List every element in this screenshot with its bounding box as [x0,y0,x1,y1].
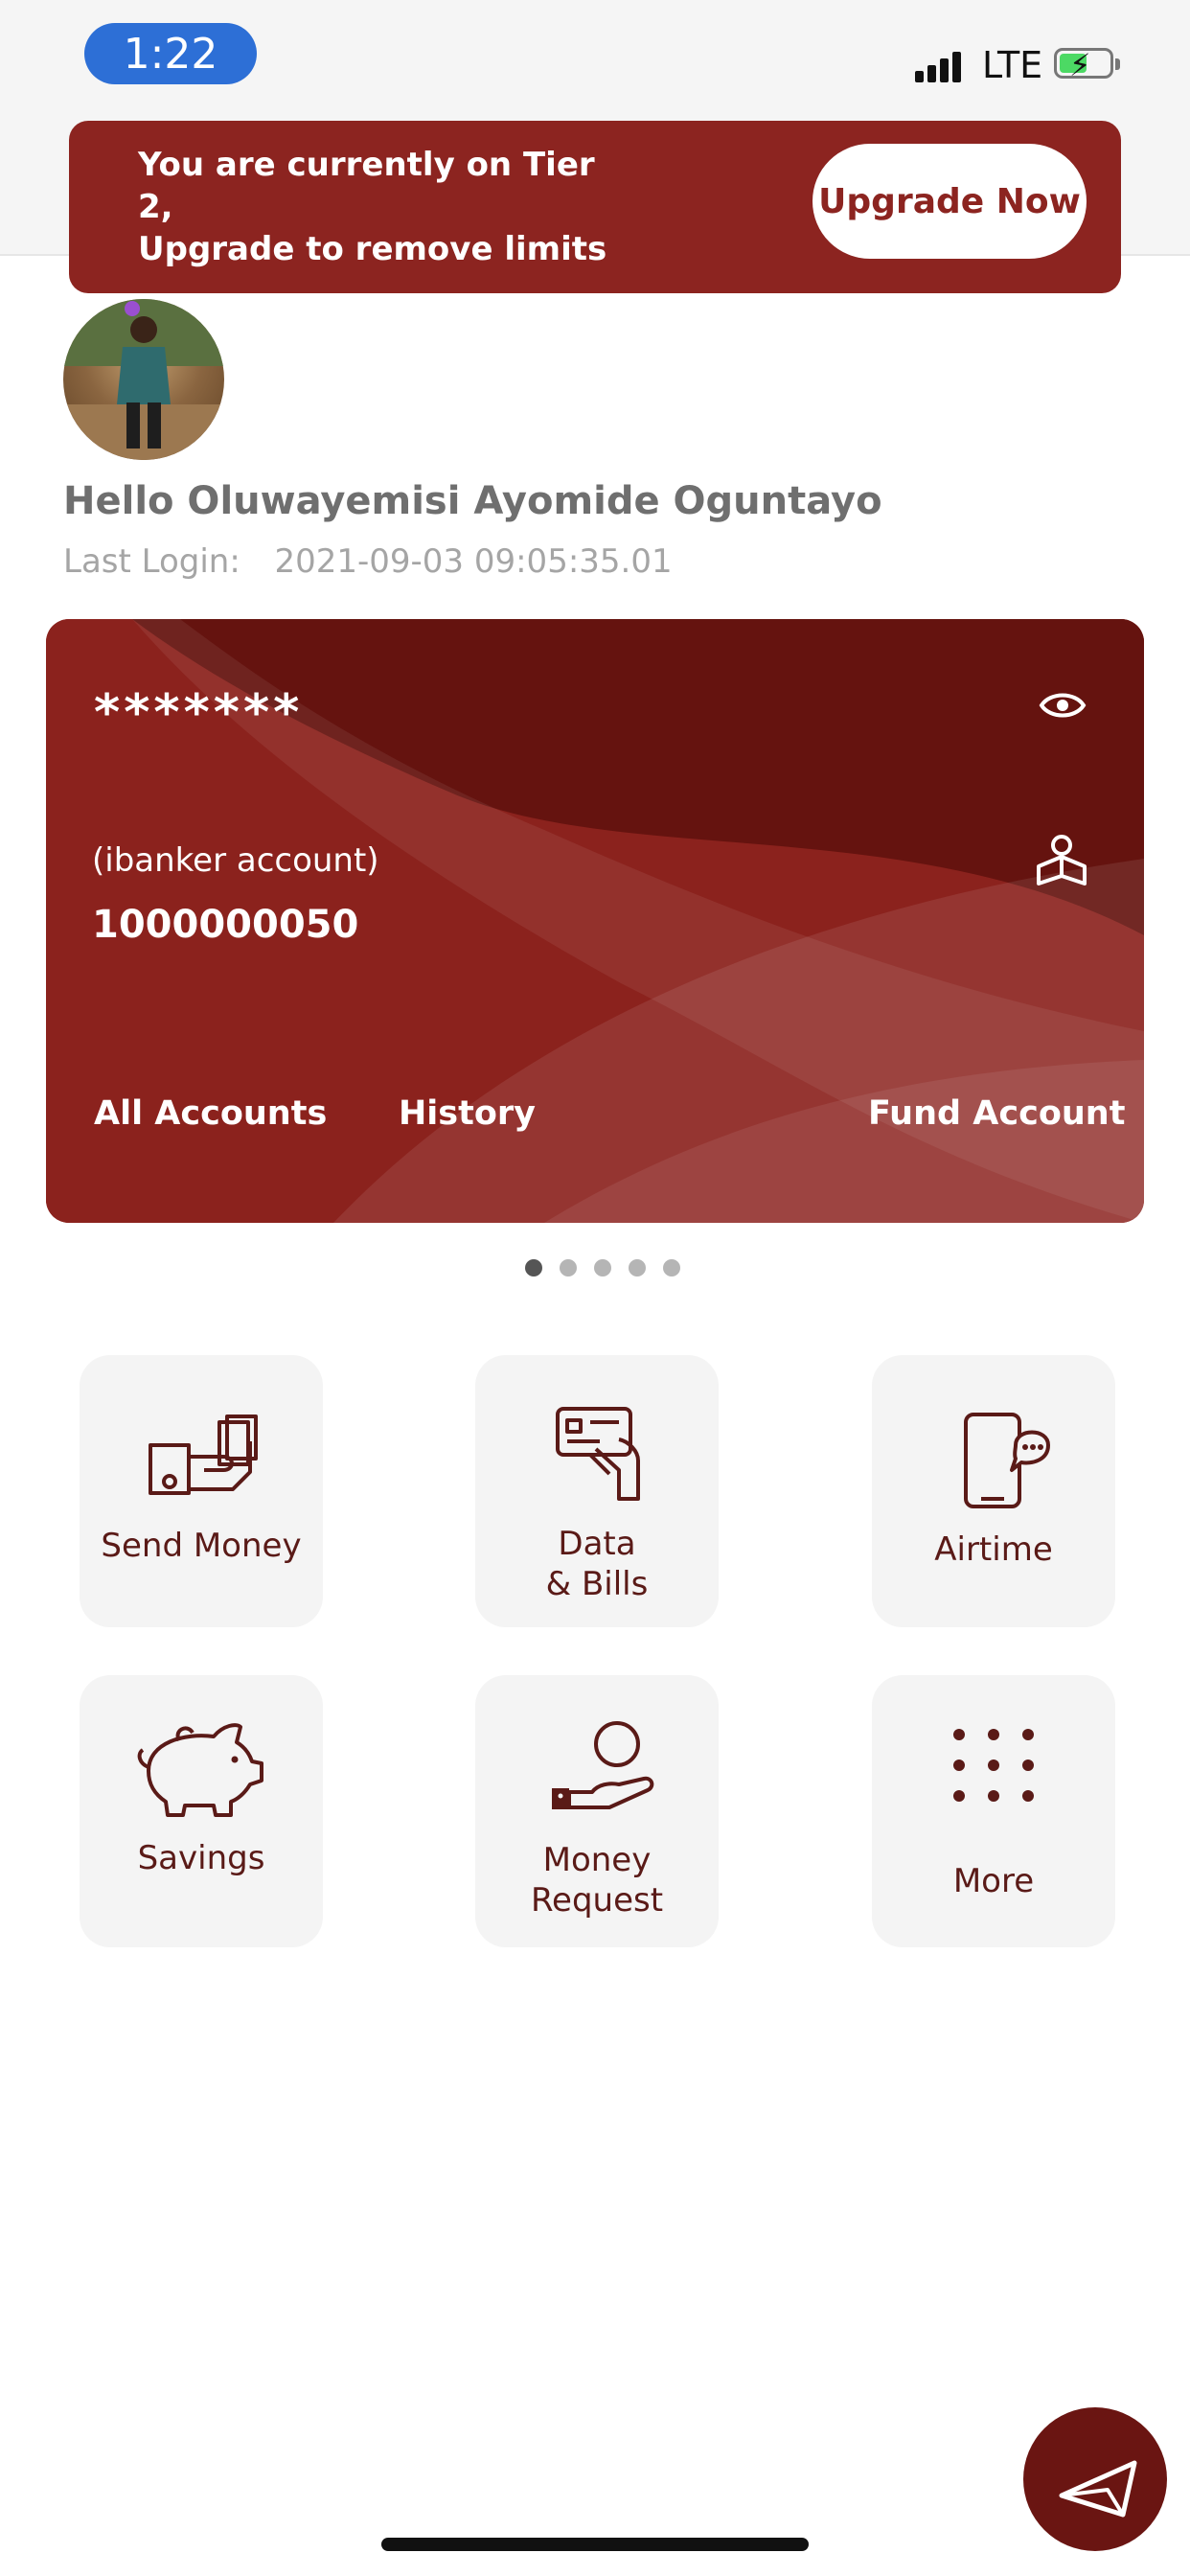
last-login: Last Login: 2021-09-03 09:05:35.01 [63,542,673,581]
send-money-tile[interactable]: Send Money [80,1355,323,1627]
tier-upgrade-banner: You are currently on Tier 2, Upgrade to … [69,121,1121,293]
money-request-tile[interactable]: Money Request [475,1675,719,1947]
balance-masked: ******* [94,684,304,742]
money-request-label: Money Request [475,1840,719,1920]
tier-message-line1: You are currently on Tier 2, [138,146,595,226]
data-bills-label-line1: Data [558,1525,636,1563]
avatar-photo-icon [63,299,224,460]
savings-label: Savings [137,1839,265,1877]
carousel-dot[interactable] [560,1259,577,1276]
airtime-label: Airtime [934,1530,1053,1569]
fund-account-link[interactable]: Fund Account [868,1094,1125,1133]
data-bills-label-line2: & Bills [545,1565,649,1603]
coin-hand-icon [552,1721,654,1809]
paper-plane-icon [1059,2460,1137,2518]
data-bills-label: Data & Bills [475,1524,719,1604]
last-login-label: Last Login: [63,542,240,581]
send-money-label: Send Money [101,1527,302,1565]
phone-chat-icon [964,1413,1050,1508]
account-number: 1000000050 [92,903,359,947]
eye-icon[interactable] [1039,686,1087,724]
more-label: More [952,1862,1035,1900]
home-indicator[interactable] [381,2538,809,2551]
battery-icon: ⚡ [1054,47,1120,83]
dot-grid-icon [953,1729,1034,1802]
money-hand-icon [149,1414,258,1495]
account-officer-icon[interactable] [1033,832,1090,889]
more-tile[interactable]: More [872,1675,1115,1947]
status-time: 1:22 [84,23,257,84]
savings-tile[interactable]: Savings [80,1675,323,1947]
last-login-value: 2021-09-03 09:05:35.01 [274,542,673,581]
card-hand-icon [556,1407,640,1501]
money-request-label-line2: Request [530,1881,664,1920]
all-accounts-link[interactable]: All Accounts [94,1094,327,1133]
account-card[interactable]: ******* (ibanker account) 1000000050 All… [46,619,1144,1223]
carousel-dot[interactable] [594,1259,611,1276]
upgrade-now-button[interactable]: Upgrade Now [812,144,1087,259]
network-type: LTE [982,44,1043,86]
greeting-text: Hello Oluwayemisi Ayomide Oguntayo [63,479,882,523]
tier-message-line2: Upgrade to remove limits [138,230,607,268]
piggy-bank-icon [137,1723,263,1817]
money-request-label-line1: Money [542,1841,652,1879]
carousel-dot[interactable] [629,1259,646,1276]
carousel-dot[interactable] [663,1259,680,1276]
avatar[interactable] [63,299,224,460]
airtime-tile[interactable]: Airtime [872,1355,1115,1627]
account-type: (ibanker account) [92,841,379,880]
quick-transfer-fab[interactable] [1023,2407,1167,2551]
carousel-dot[interactable] [525,1259,542,1276]
data-bills-tile[interactable]: Data & Bills [475,1355,719,1627]
carousel-indicator [525,1259,680,1276]
history-link[interactable]: History [399,1094,536,1133]
tier-message: You are currently on Tier 2, Upgrade to … [138,144,636,270]
signal-icon [915,50,968,82]
